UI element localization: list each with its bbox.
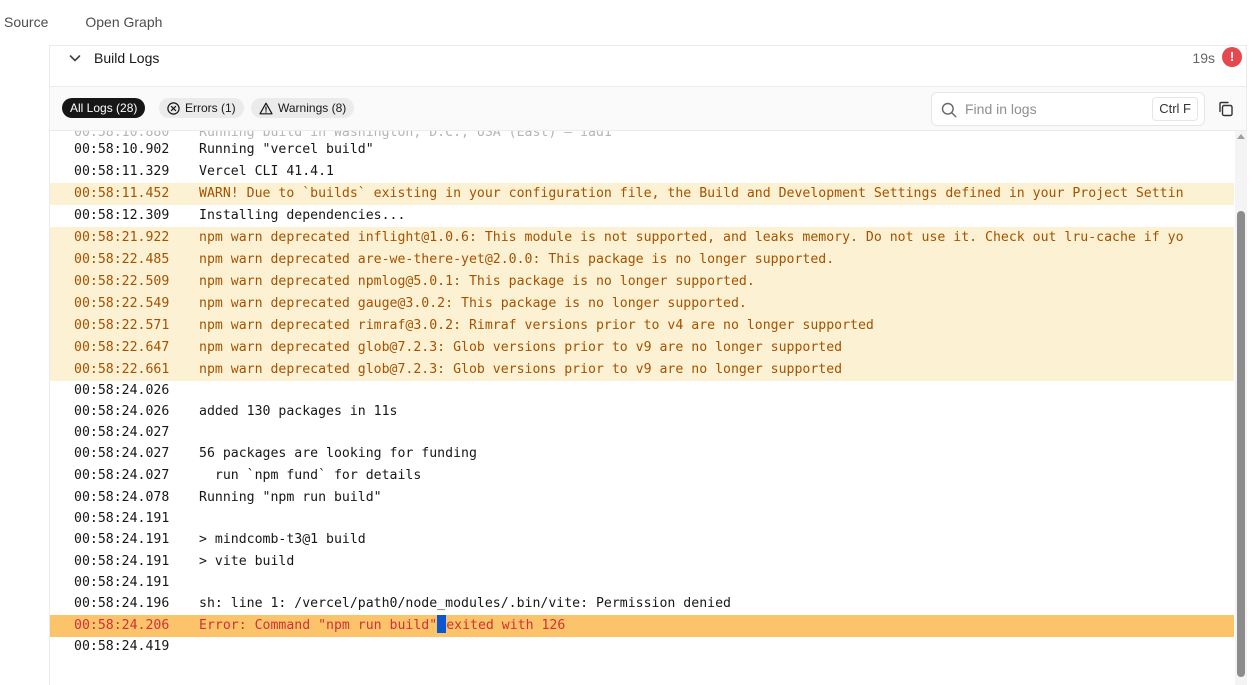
log-row: 00:58:24.027 — [50, 423, 1234, 443]
log-timestamp: 00:58:24.027 — [74, 425, 170, 440]
log-message: Error: Command "npm run build" — [199, 618, 438, 633]
log-message: npm warn deprecated npmlog@5.0.1: This p… — [199, 274, 755, 289]
log-timestamp: 00:58:10.902 — [74, 142, 170, 157]
log-row: 00:58:24.191 > vite build — [50, 551, 1234, 573]
copy-icon[interactable] — [1217, 100, 1235, 118]
log-timestamp: 00:58:24.078 — [74, 490, 170, 505]
log-timestamp: 00:58:24.191 — [74, 511, 170, 526]
log-row: 00:58:12.309 Installing dependencies... — [50, 205, 1234, 227]
log-message: sh: line 1: /vercel/path0/node_modules/.… — [199, 596, 731, 611]
filter-warnings[interactable]: Warnings (8) — [251, 98, 355, 118]
log-toolbar: All Logs (28) Errors (1) Warnings (8) Ct… — [50, 87, 1246, 131]
log-timestamp: 00:58:24.206 — [74, 618, 170, 633]
build-duration: 19s — [1192, 50, 1215, 66]
filter-errors-label: Errors (1) — [185, 101, 236, 115]
log-message: npm warn deprecated inflight@1.0.6: This… — [199, 230, 1184, 245]
log-scrollbar[interactable] — [1235, 131, 1247, 685]
log-timestamp: 00:58:21.922 — [74, 230, 170, 245]
log-row-warning: 00:58:22.549 npm warn deprecated gauge@3.… — [50, 293, 1234, 315]
filter-all-logs[interactable]: All Logs (28) — [62, 98, 146, 118]
log-message: npm warn deprecated are-we-there-yet@2.0… — [199, 252, 835, 267]
log-row-warning: 00:58:11.452 WARN! Due to `builds` existi… — [50, 183, 1234, 205]
text-cursor — [437, 615, 447, 633]
log-timestamp: 00:58:22.647 — [74, 340, 170, 355]
log-timestamp: 00:58:24.196 — [74, 596, 170, 611]
log-timestamp: 00:58:24.026 — [74, 383, 170, 398]
log-timestamp: 00:58:22.549 — [74, 296, 170, 311]
log-message-tail: exited with 126 — [446, 618, 566, 633]
log-timestamp: 00:58:24.419 — [74, 639, 170, 654]
log-row: 00:58:24.191 — [50, 509, 1234, 529]
log-row-warning: 00:58:22.661 npm warn deprecated glob@7.2… — [50, 359, 1234, 381]
tab-open-graph[interactable]: Open Graph — [81, 0, 162, 45]
log-row-warning: 00:58:22.485 npm warn deprecated are-we-t… — [50, 249, 1234, 271]
log-row: 00:58:24.027 run `npm fund` for details — [50, 465, 1234, 487]
log-row: 00:58:24.026 — [50, 381, 1234, 401]
log-row-error: 00:58:24.206 Error: Command "npm run buil… — [50, 615, 1234, 637]
log-row-warning: 00:58:22.571 npm warn deprecated rimraf@3… — [50, 315, 1234, 337]
log-message: npm warn deprecated gauge@3.0.2: This pa… — [199, 296, 747, 311]
log-message: added 130 packages in 11s — [199, 404, 398, 419]
log-row: 00:58:11.329 Vercel CLI 41.4.1 — [50, 161, 1234, 183]
log-timestamp: 00:58:24.027 — [74, 446, 170, 461]
scroll-thumb[interactable] — [1237, 211, 1245, 677]
chevron-down-icon[interactable] — [68, 51, 82, 65]
log-message: Vercel CLI 41.4.1 — [199, 164, 334, 179]
log-row: 00:58:10.902 Running "vercel build" — [50, 139, 1234, 161]
search-icon — [941, 102, 957, 118]
log-message: 56 packages are looking for funding — [199, 446, 477, 461]
warning-triangle-icon — [259, 102, 273, 115]
log-message: npm warn deprecated glob@7.2.3: Glob ver… — [199, 362, 843, 377]
log-row: 00:58:24.419 — [50, 637, 1234, 657]
build-logs-panel: Build Logs 19s ! All Logs (28) Errors (1… — [49, 45, 1247, 685]
log-row-warning: 00:58:22.647 npm warn deprecated glob@7.2… — [50, 337, 1234, 359]
log-message: Running "vercel build" — [199, 142, 374, 157]
scroll-up-icon[interactable] — [1237, 134, 1245, 139]
filter-errors[interactable]: Errors (1) — [159, 98, 244, 118]
log-row: 00:58:24.026 added 130 packages in 11s — [50, 401, 1234, 423]
log-timestamp: 00:58:24.191 — [74, 532, 170, 547]
log-output: 00:58:10.880 Running build in Washington,… — [50, 131, 1234, 685]
build-logs-title: Build Logs — [94, 50, 160, 66]
log-message: Running "npm run build" — [199, 490, 382, 505]
log-timestamp: 00:58:24.026 — [74, 404, 170, 419]
top-tabs: Source Open Graph — [0, 0, 1258, 45]
log-timestamp: 00:58:22.509 — [74, 274, 170, 289]
log-timestamp: 00:58:12.309 — [74, 208, 170, 223]
error-circle-icon — [167, 101, 180, 115]
log-timestamp: 00:58:11.329 — [74, 164, 170, 179]
filter-all-label: All Logs (28) — [70, 101, 138, 115]
log-timestamp: 00:58:24.027 — [74, 468, 170, 483]
log-row-warning: 00:58:21.922 npm warn deprecated inflight… — [50, 227, 1234, 249]
log-row: 00:58:24.196 sh: line 1: /vercel/path0/no… — [50, 593, 1234, 615]
filter-warnings-label: Warnings (8) — [278, 101, 347, 115]
search-input[interactable] — [965, 94, 1145, 124]
tab-source[interactable]: Source — [0, 0, 48, 45]
log-search: Ctrl F — [931, 92, 1205, 126]
log-timestamp: 00:58:24.191 — [74, 575, 170, 590]
log-row: 00:58:24.191 — [50, 573, 1234, 593]
error-status-icon: ! — [1222, 47, 1242, 67]
build-logs-header[interactable]: Build Logs 19s ! — [50, 46, 1246, 87]
log-timestamp: 00:58:22.485 — [74, 252, 170, 267]
log-message: npm warn deprecated rimraf@3.0.2: Rimraf… — [199, 318, 874, 333]
search-shortcut: Ctrl F — [1152, 97, 1198, 121]
log-timestamp: 00:58:24.191 — [74, 554, 170, 569]
log-row: 00:58:24.027 56 packages are looking for … — [50, 443, 1234, 465]
log-row: 00:58:24.191 > mindcomb-t3@1 build — [50, 529, 1234, 551]
log-message: Installing dependencies... — [199, 208, 406, 223]
log-message: > mindcomb-t3@1 build — [199, 532, 366, 547]
log-message: npm warn deprecated glob@7.2.3: Glob ver… — [199, 340, 843, 355]
log-message: run `npm fund` for details — [199, 468, 422, 483]
log-row: 00:58:24.078 Running "npm run build" — [50, 487, 1234, 509]
log-message: WARN! Due to `builds` existing in your c… — [199, 186, 1184, 201]
log-row: 00:58:10.880 Running build in Washington,… — [74, 131, 612, 139]
log-timestamp: 00:58:11.452 — [74, 186, 170, 201]
log-timestamp: 00:58:22.661 — [74, 362, 170, 377]
log-message: > vite build — [199, 554, 295, 569]
log-row-warning: 00:58:22.509 npm warn deprecated npmlog@5… — [50, 271, 1234, 293]
log-timestamp: 00:58:22.571 — [74, 318, 170, 333]
